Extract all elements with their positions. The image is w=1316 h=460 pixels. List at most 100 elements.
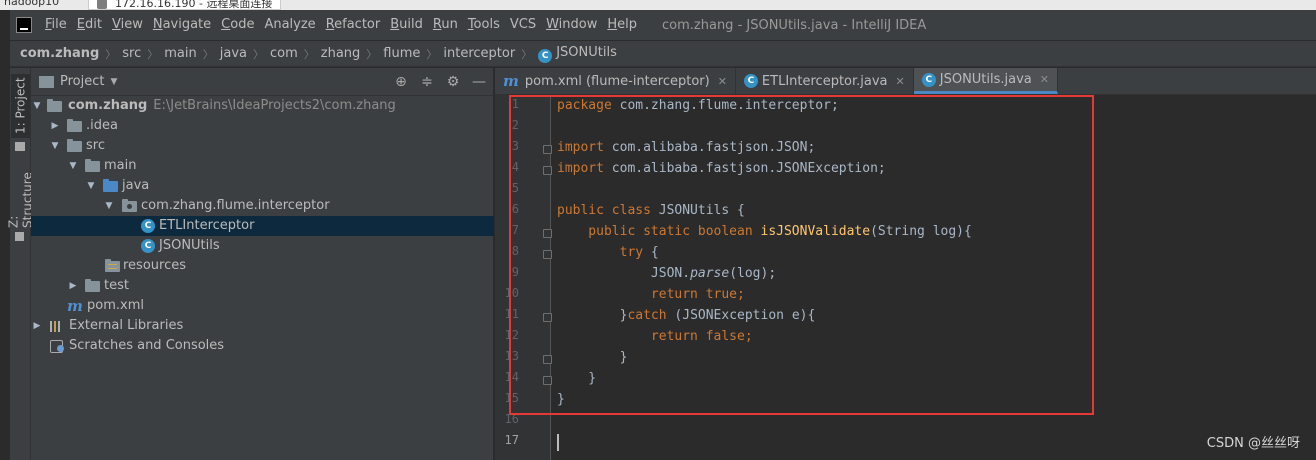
line-number: 9	[511, 265, 519, 279]
breadcrumb-item[interactable]: java	[220, 46, 247, 61]
tree-item-src[interactable]: ▼ src	[31, 136, 494, 156]
tree-label: src	[86, 138, 105, 153]
menu-file[interactable]: File	[40, 10, 72, 40]
menu-code[interactable]: Code	[216, 10, 259, 40]
expanded-arrow-icon[interactable]: ▼	[103, 196, 115, 216]
menu-bar: File Edit View Navigate Code Analyze Ref…	[10, 10, 1316, 40]
fold-marker-icon[interactable]	[543, 166, 552, 175]
minimize-icon[interactable]: —	[471, 74, 487, 90]
tree-item-jsonutils[interactable]: C JSONUtils	[31, 236, 494, 256]
breadcrumb-separator-icon: 〉	[303, 47, 315, 61]
breadcrumb-item[interactable]: flume	[383, 46, 420, 61]
breadcrumb-item-current[interactable]: C JSONUtils	[538, 45, 617, 63]
project-tree: ▼ com.zhang E:\JetBrains\IdeaProjects2\co…	[31, 96, 494, 356]
module-folder-icon	[47, 99, 62, 112]
code-line: return false;	[557, 329, 753, 344]
menu-refactor[interactable]: Refactor	[321, 10, 386, 40]
collapsed-arrow-icon[interactable]: ▶	[49, 116, 61, 136]
tree-item-etl-interceptor[interactable]: C ETLInterceptor	[31, 216, 494, 236]
library-icon	[50, 321, 64, 332]
tab-pom-xml[interactable]: m pom.xml (flume-interceptor) ✕	[495, 68, 736, 94]
fold-marker-icon[interactable]	[543, 376, 552, 385]
tree-label: JSONUtils	[159, 238, 220, 253]
tool-window-structure-tab[interactable]: Z: Structure	[7, 164, 35, 228]
line-number: 16	[504, 412, 519, 426]
window-title: com.zhang - JSONUtils.java - IntelliJ ID…	[662, 17, 927, 33]
locate-target-icon[interactable]: ⊕	[393, 74, 409, 90]
project-panel: Project ▼ ⊕ ≑ ⚙ — ▼ com.zhang E:\JetBrain…	[31, 68, 494, 460]
chevron-down-icon[interactable]: ▼	[110, 77, 117, 87]
fold-marker-icon[interactable]	[543, 355, 552, 364]
menu-analyze[interactable]: Analyze	[259, 10, 320, 40]
text-cursor	[557, 434, 559, 451]
menu-build[interactable]: Build	[385, 10, 428, 40]
tree-label: resources	[123, 258, 187, 273]
tree-label: java	[122, 178, 150, 193]
gear-icon[interactable]: ⚙	[445, 74, 461, 90]
tab-etl-interceptor[interactable]: C ETLInterceptor.java ✕	[736, 68, 914, 94]
tree-item-idea[interactable]: ▶ .idea	[31, 116, 494, 136]
menu-vcs[interactable]: VCS	[505, 10, 541, 40]
class-icon: C	[141, 219, 155, 233]
tree-item-main[interactable]: ▼ main	[31, 156, 494, 176]
tree-item-external-libraries[interactable]: ▶ External Libraries	[31, 316, 494, 336]
panel-title[interactable]: Project	[60, 74, 104, 89]
tree-item-scratches[interactable]: Scratches and Consoles	[31, 336, 494, 356]
tree-item-package[interactable]: ▼ com.zhang.flume.interceptor	[31, 196, 494, 216]
collapsed-arrow-icon[interactable]: ▶	[67, 276, 79, 296]
tab-jsonutils[interactable]: C JSONUtils.java ✕	[913, 68, 1058, 94]
expanded-arrow-icon[interactable]: ▼	[49, 136, 61, 156]
menu-view[interactable]: View	[107, 10, 148, 40]
panel-toolbar: ⊕ ≑ ⚙ —	[393, 74, 487, 90]
expanded-arrow-icon[interactable]: ▼	[85, 176, 97, 196]
close-icon[interactable]: ✕	[1040, 73, 1049, 86]
code-line: }	[557, 371, 597, 386]
line-number: 4	[511, 160, 519, 174]
breadcrumb-item[interactable]: com.zhang	[20, 46, 99, 61]
code-line: package com.zhang.flume.interceptor;	[557, 98, 839, 113]
tree-label: External Libraries	[69, 318, 184, 333]
maven-icon: m	[503, 72, 519, 90]
breadcrumb-item[interactable]: src	[122, 46, 141, 61]
project-panel-header: Project ▼ ⊕ ≑ ⚙ —	[31, 68, 493, 96]
tree-item-resources[interactable]: resources	[31, 256, 494, 276]
breadcrumb-item[interactable]: main	[164, 46, 196, 61]
close-icon[interactable]: ✕	[718, 75, 727, 88]
menu-tools[interactable]: Tools	[463, 10, 505, 40]
tool-window-project-tab[interactable]: 1: Project	[11, 74, 30, 138]
rdp-session-tab[interactable]: 172.16.16.190 - 远程桌面连接	[88, 0, 282, 10]
menu-help[interactable]: Help	[602, 10, 642, 40]
menu-edit[interactable]: Edit	[72, 10, 107, 40]
breadcrumb-separator-icon: 〉	[202, 47, 214, 61]
expanded-arrow-icon[interactable]: ▼	[67, 156, 79, 176]
collapse-all-icon[interactable]: ≑	[419, 74, 435, 90]
menu-window[interactable]: Window	[541, 10, 602, 40]
breadcrumb-item[interactable]: interceptor	[443, 46, 515, 61]
left-tool-strip: 1: Project Z: Structure	[7, 68, 35, 460]
tree-item-root[interactable]: ▼ com.zhang E:\JetBrains\IdeaProjects2\co…	[31, 96, 494, 116]
menu-navigate[interactable]: Navigate	[148, 10, 216, 40]
tab-label: pom.xml (flume-interceptor)	[524, 73, 710, 89]
tree-label: test	[104, 278, 129, 293]
package-icon	[122, 199, 137, 212]
fold-marker-icon[interactable]	[543, 250, 552, 259]
source-folder-icon	[103, 179, 118, 192]
expanded-arrow-icon[interactable]: ▼	[31, 96, 43, 116]
line-number: 7	[511, 223, 519, 237]
fold-marker-icon[interactable]	[543, 313, 552, 322]
tree-item-java[interactable]: ▼ java	[31, 176, 494, 196]
fold-marker-icon[interactable]	[543, 145, 552, 154]
class-icon: C	[921, 72, 936, 87]
breadcrumb-separator-icon: 〉	[253, 47, 264, 61]
breadcrumb-separator-icon: 〉	[426, 47, 438, 61]
breadcrumb-item[interactable]: com	[270, 46, 298, 61]
menu-run[interactable]: Run	[428, 10, 463, 40]
tree-item-pom[interactable]: m pom.xml	[31, 296, 494, 316]
collapsed-arrow-icon[interactable]: ▶	[31, 316, 43, 336]
fold-marker-icon[interactable]	[543, 229, 552, 238]
tree-item-test[interactable]: ▶ test	[31, 276, 494, 296]
breadcrumb-item[interactable]: zhang	[321, 46, 361, 61]
line-number-gutter: 1 2 3 4 5 6 7 8 9 10 11 12 13 14 15 16 1…	[495, 95, 552, 460]
close-icon[interactable]: ✕	[896, 75, 905, 88]
code-editor[interactable]: 1 2 3 4 5 6 7 8 9 10 11 12 13 14 15 16 1…	[495, 95, 1316, 460]
